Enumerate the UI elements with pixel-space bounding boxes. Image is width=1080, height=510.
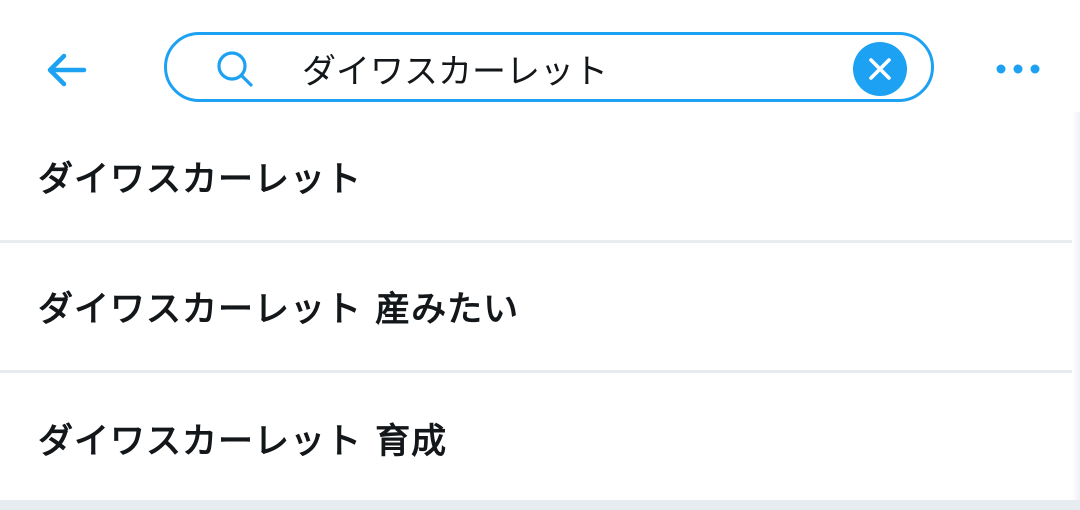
clear-search-button[interactable] bbox=[853, 42, 907, 96]
search-suggestion[interactable]: ダイワスカーレット 育成 bbox=[0, 373, 1080, 503]
search-icon bbox=[217, 51, 253, 87]
search-suggestion[interactable]: ダイワスカーレット bbox=[0, 112, 1080, 243]
close-icon bbox=[869, 58, 891, 80]
search-suggestions-list: ダイワスカーレット ダイワスカーレット 産みたい ダイワスカーレット 育成 bbox=[0, 112, 1080, 503]
search-suggestion-label: ダイワスカーレット 産みたい bbox=[38, 290, 520, 330]
search-suggestion-label: ダイワスカーレット 育成 bbox=[38, 421, 448, 462]
search-suggestion-label: ダイワスカーレット bbox=[38, 159, 363, 200]
search-suggestion[interactable]: ダイワスカーレット 産みたい bbox=[0, 243, 1080, 373]
search-input[interactable] bbox=[302, 43, 842, 93]
arrow-left-icon bbox=[47, 53, 87, 87]
bottom-divider bbox=[0, 500, 1080, 510]
more-options-button[interactable] bbox=[988, 44, 1048, 94]
search-field[interactable] bbox=[164, 32, 934, 102]
more-horizontal-icon bbox=[996, 64, 1040, 74]
scroll-edge bbox=[1072, 112, 1080, 502]
back-button[interactable] bbox=[36, 40, 96, 100]
search-screen: ダイワスカーレット ダイワスカーレット 産みたい ダイワスカーレット 育成 bbox=[0, 0, 1080, 510]
